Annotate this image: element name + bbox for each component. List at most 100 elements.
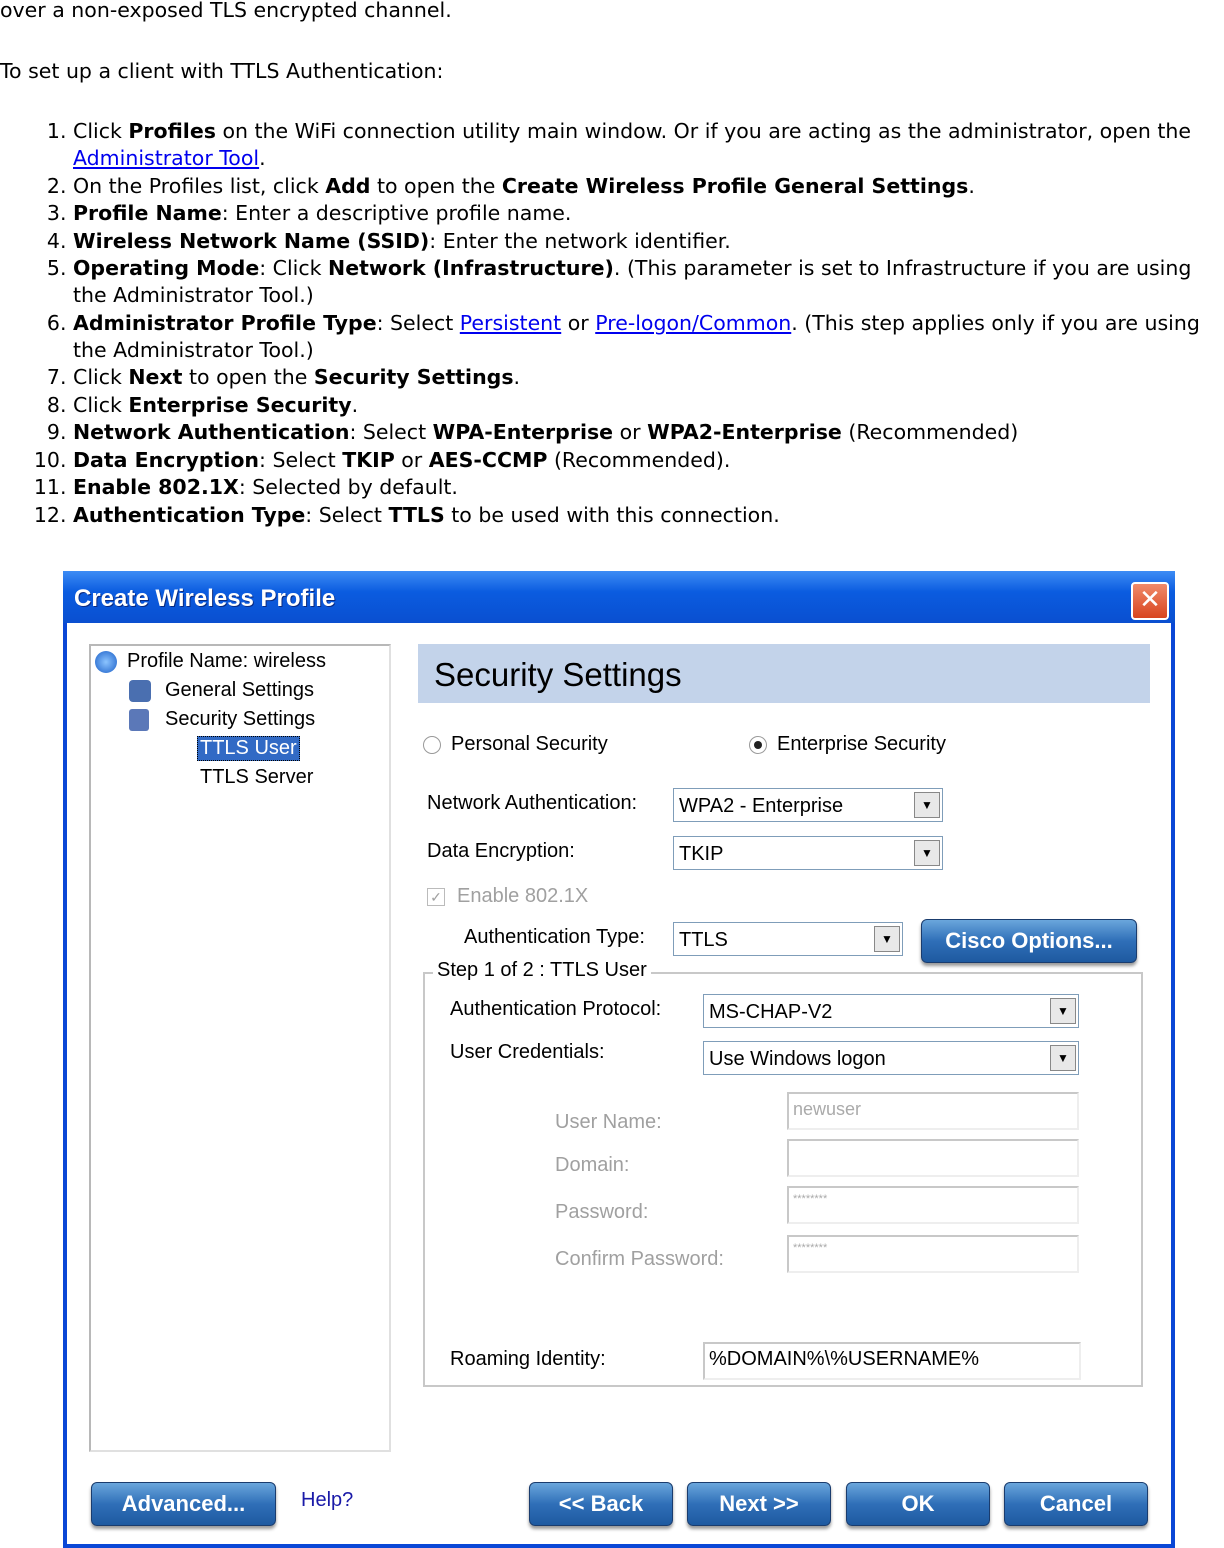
help-link[interactable]: Help? [301,1489,353,1512]
domain-label: Domain: [555,1154,630,1176]
password-input[interactable]: ******** [787,1186,1079,1224]
user-name-input[interactable]: newuser [787,1092,1079,1130]
network-auth-label: Network Authentication: [427,792,638,814]
step-text: : Enter the network identifier. [429,228,731,253]
users-icon [129,679,151,702]
step-text: Network (Infrastructure) [328,256,614,280]
user-name-label: User Name: [555,1111,662,1133]
intro-text: over a non-exposed TLS encrypted channel… [0,0,452,22]
auth-protocol-label: Authentication Protocol: [450,998,662,1020]
step-text: : Select [305,502,389,527]
advanced-button[interactable]: Advanced... [91,1482,276,1526]
data-encryption-select[interactable]: TKIP ▼ [673,836,943,870]
step-text: Enable 802.1X [73,475,239,499]
step-item: Click Enterprise Security. [73,392,1223,419]
step-item: Click Profiles on the WiFi connection ut… [73,118,1223,172]
chevron-down-icon: ▼ [874,926,900,952]
wireless-icon [95,650,117,673]
create-wireless-profile-dialog: Create Wireless Profile ✕ Profile Name: … [63,571,1175,1548]
tree-item-general-settings[interactable]: General Settings [129,679,314,702]
step-item: Administrator Profile Type: Select Persi… [73,310,1223,364]
step-text: : Select [259,447,343,472]
step-text: . [968,173,975,198]
step-item: Operating Mode: Click Network (Infrastru… [73,255,1223,309]
group-title: Step 1 of 2 : TTLS User [433,959,651,982]
step-text: Profiles [128,119,216,143]
step-text: Create Wireless Profile General Settings [501,173,969,198]
confirm-password-input[interactable]: ******** [787,1235,1079,1273]
user-credentials-label: User Credentials: [450,1041,605,1063]
step-text: Authentication Type [73,502,306,527]
step-text: to open the [182,365,314,389]
steps-list: Click Profiles on the WiFi connection ut… [0,118,1223,529]
enterprise-security-radio[interactable]: Enterprise Security [749,733,946,756]
chevron-down-icon: ▼ [1050,998,1076,1024]
link[interactable]: Administrator Tool [73,146,259,170]
network-auth-select[interactable]: WPA2 - Enterprise ▼ [673,788,943,822]
step-text: : Select [349,420,433,444]
tree-item-security-settings[interactable]: Security Settings [129,708,315,731]
step-text: Enterprise Security [128,392,352,417]
link[interactable]: Pre-logon/Common [595,311,791,335]
password-label: Password: [555,1201,649,1223]
step-item: Click Next to open the Security Settings… [73,364,1223,391]
auth-type-select[interactable]: TTLS ▼ [673,922,903,956]
setup-text: To set up a client with TTLS Authenticat… [0,59,444,83]
step-item: Data Encryption: Select TKIP or AES-CCMP… [73,447,1223,474]
step-text: (Recommended). [547,447,731,472]
roaming-identity-input[interactable]: %DOMAIN%\%USERNAME% [703,1342,1081,1380]
roaming-identity-label: Roaming Identity: [450,1348,606,1370]
ok-button[interactable]: OK [846,1482,990,1526]
title-bar: Create Wireless Profile [63,571,1175,623]
step-text: WPA2-Enterprise [647,420,842,444]
step-text: Next [128,365,183,389]
user-credentials-select[interactable]: Use Windows logon ▼ [703,1041,1079,1075]
link[interactable]: Persistent [460,311,561,335]
chevron-down-icon: ▼ [914,840,940,866]
step-text: TTLS [388,502,445,527]
step-text: . [513,365,521,389]
step-text: or [613,420,648,444]
radio-icon [423,735,441,754]
step-text: Click [73,119,129,143]
enable-8021x-checkbox[interactable]: ✓ Enable 802.1X [427,885,588,908]
step-item: Enable 802.1X: Selected by default. [73,474,1223,501]
dialog-title: Create Wireless Profile [74,585,336,612]
tree-item-ttls-server[interactable]: TTLS Server [200,766,313,789]
cisco-options-button[interactable]: Cisco Options... [921,919,1137,963]
chevron-down-icon: ▼ [1050,1045,1076,1071]
step-text: : Enter a descriptive profile name. [221,201,572,225]
step-text: on the WiFi connection utility main wind… [215,119,1191,143]
domain-input[interactable] [787,1139,1079,1177]
step-text: Click [73,365,129,389]
back-button[interactable]: << Back [529,1482,673,1526]
step-text: Profile Name [73,201,222,225]
cancel-button[interactable]: Cancel [1004,1482,1148,1526]
step-text: Wireless Network Name (SSID) [73,228,430,253]
step-item: On the Profiles list, click Add to open … [73,173,1223,200]
step-text: . [259,146,266,170]
chevron-down-icon: ▼ [914,792,940,818]
next-button[interactable]: Next >> [687,1482,831,1526]
close-x-icon[interactable]: ✕ [1131,582,1169,620]
auth-protocol-select[interactable]: MS-CHAP-V2 ▼ [703,994,1079,1028]
step-text: Data Encryption [73,447,260,472]
step-text: Administrator Profile Type [73,310,377,335]
tree-item-ttls-user[interactable]: TTLS User [197,736,300,761]
auth-type-label: Authentication Type: [464,926,645,948]
step-text: to be used with this connection. [444,502,780,527]
step-text: Add [325,173,371,198]
step-text: On the Profiles list, click [73,173,326,198]
step-item: Network Authentication: Select WPA-Enter… [73,419,1223,446]
step-item: Wireless Network Name (SSID): Enter the … [73,228,1223,255]
step-text: Network Authentication [73,420,350,444]
ttls-user-group [423,972,1143,1387]
step-text: Security Settings [313,365,514,389]
step-item: Authentication Type: Select TTLS to be u… [73,502,1223,529]
step-text: : Click [259,256,329,280]
personal-security-radio[interactable]: Personal Security [423,733,608,756]
radio-selected-icon [749,735,767,754]
tree-item-profile[interactable]: Profile Name: wireless [95,650,326,673]
step-text: (Recommended) [841,420,1019,444]
confirm-password-label: Confirm Password: [555,1248,724,1270]
